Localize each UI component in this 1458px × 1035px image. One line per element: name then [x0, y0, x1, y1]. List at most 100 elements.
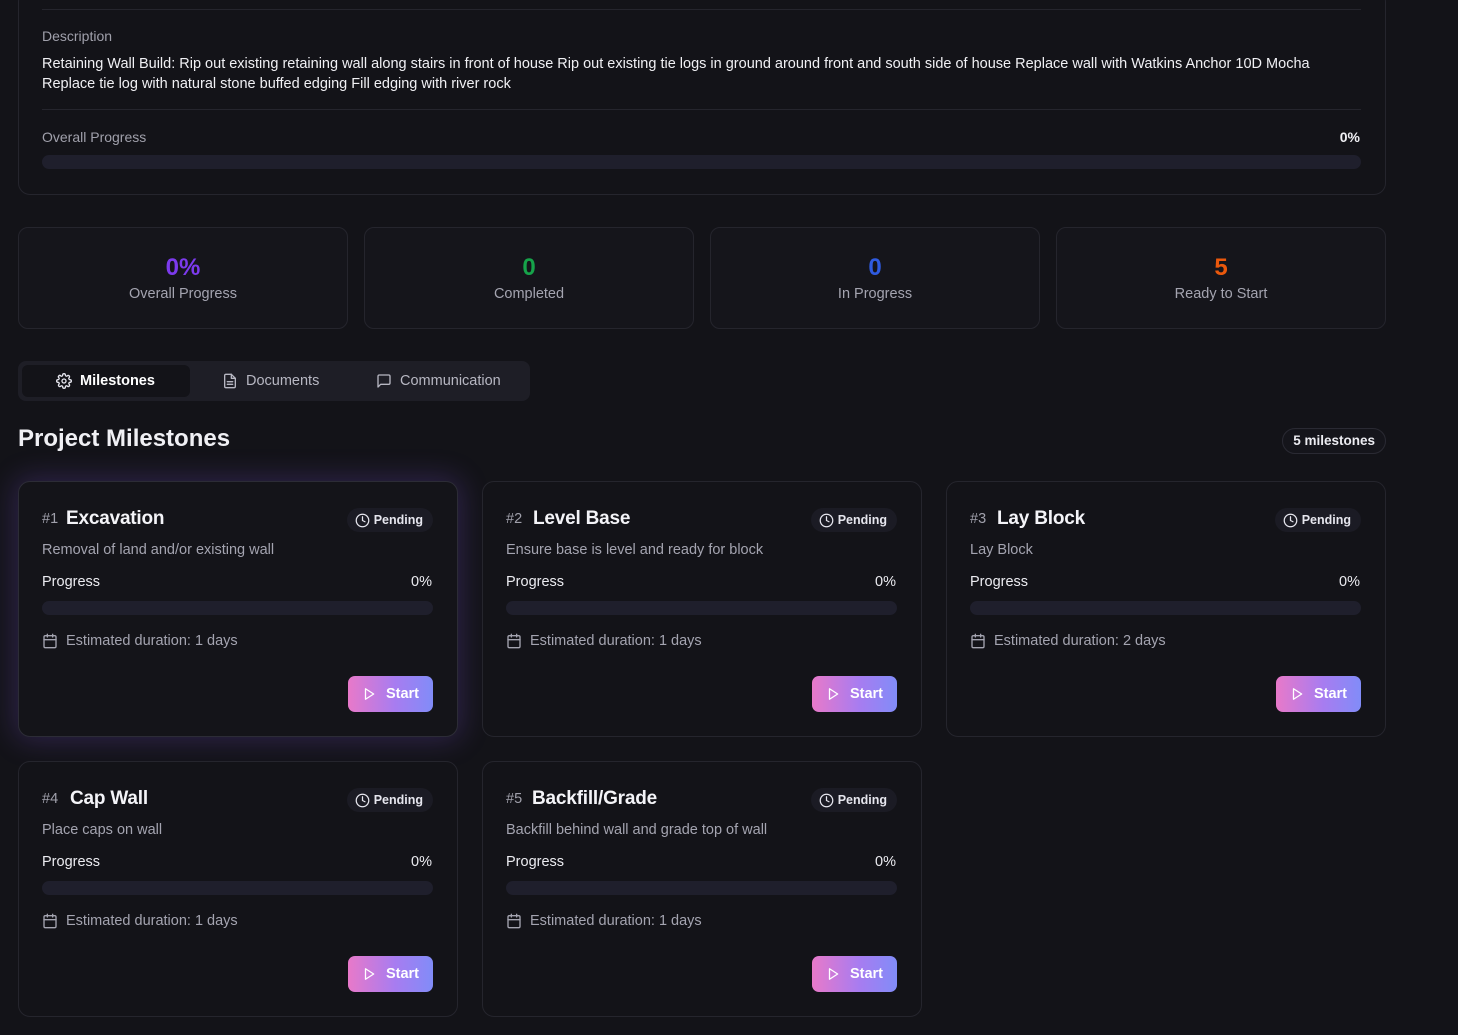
- overall-progress-bar: [42, 155, 1361, 169]
- milestone-card[interactable]: #2 Level Base Pending Ensure base is level …: [482, 481, 922, 737]
- progress-bar: [42, 601, 433, 615]
- clock-icon: [1283, 513, 1298, 528]
- milestone-card[interactable]: #3 Lay Block Pending Lay Block Progress 0% Est…: [946, 481, 1386, 737]
- milestone-number: #2: [506, 511, 523, 527]
- tab-label: Communication: [400, 373, 501, 389]
- duration-text: Estimated duration: 1 days: [530, 633, 702, 649]
- progress-bar: [506, 601, 897, 615]
- milestone-number: #1: [42, 511, 59, 527]
- progress-value: 0%: [875, 854, 896, 870]
- status-label: Pending: [837, 793, 887, 807]
- start-label: Start: [849, 686, 884, 702]
- stat-value: 0: [868, 254, 882, 281]
- milestone-title: Backfill/Grade: [532, 788, 657, 809]
- start-button[interactable]: Start: [812, 676, 897, 712]
- calendar-icon: [970, 633, 986, 649]
- play-icon: [362, 967, 376, 981]
- document-icon: [222, 373, 238, 389]
- stat-card-in-progress: 0 In Progress: [710, 227, 1040, 329]
- progress-label: Progress: [42, 854, 101, 870]
- clock-icon: [819, 793, 834, 808]
- stat-label: Ready to Start: [1174, 286, 1268, 302]
- milestone-description: Removal of land and/or existing wall: [42, 542, 275, 558]
- calendar-icon: [506, 633, 522, 649]
- milestone-card[interactable]: #5 Backfill/Grade Pending Backfill behind w…: [482, 761, 922, 1017]
- stat-label: Overall Progress: [129, 286, 237, 302]
- duration-text: Estimated duration: 1 days: [530, 913, 702, 929]
- project-page: Description Retaining Wall Build: Rip ou…: [0, 0, 1458, 1035]
- status-badge: Pending: [810, 788, 897, 812]
- progress-value: 0%: [411, 574, 432, 590]
- status-badge: Pending: [346, 508, 433, 532]
- milestone-title: Excavation: [66, 508, 165, 529]
- milestone-description: Place caps on wall: [42, 822, 163, 838]
- progress-value: 0%: [875, 574, 896, 590]
- duration: Estimated duration: 1 days: [42, 913, 238, 929]
- duration: Estimated duration: 1 days: [506, 913, 702, 929]
- start-button[interactable]: Start: [812, 956, 897, 992]
- stat-card-overall-progress: 0% Overall Progress: [18, 227, 348, 329]
- milestone-title: Lay Block: [997, 508, 1085, 529]
- start-label: Start: [849, 966, 884, 982]
- milestone-count-badge: 5 milestones: [1282, 428, 1386, 454]
- milestone-card[interactable]: #4 Cap Wall Pending Place caps on wall Progr…: [18, 761, 458, 1017]
- divider: [42, 9, 1361, 10]
- clock-icon: [819, 513, 834, 528]
- stat-card-ready-to-start: 5 Ready to Start: [1056, 227, 1386, 329]
- duration: Estimated duration: 2 days: [970, 633, 1166, 649]
- description-card: Description Retaining Wall Build: Rip ou…: [18, 0, 1386, 195]
- start-button[interactable]: Start: [1276, 676, 1361, 712]
- overall-progress-value: 0%: [1339, 129, 1360, 145]
- duration-text: Estimated duration: 1 days: [66, 913, 238, 929]
- start-label: Start: [385, 966, 420, 982]
- start-button[interactable]: Start: [348, 956, 433, 992]
- milestone-card[interactable]: #1 Excavation Pending Removal of land and/o…: [18, 481, 458, 737]
- duration-text: Estimated duration: 1 days: [66, 633, 238, 649]
- progress-label: Progress: [42, 574, 101, 590]
- tab-label: Documents: [246, 373, 320, 389]
- play-icon: [826, 967, 840, 981]
- milestone-title: Cap Wall: [70, 788, 148, 809]
- play-icon: [362, 687, 376, 701]
- progress-label: Progress: [506, 854, 565, 870]
- milestone-description: Backfill behind wall and grade top of wa…: [506, 822, 768, 838]
- progress-value: 0%: [411, 854, 432, 870]
- play-icon: [826, 687, 840, 701]
- stat-label: Completed: [493, 286, 565, 302]
- clock-icon: [355, 513, 370, 528]
- calendar-icon: [42, 913, 58, 929]
- start-button[interactable]: Start: [348, 676, 433, 712]
- progress-bar: [506, 881, 897, 895]
- duration-text: Estimated duration: 2 days: [994, 633, 1166, 649]
- status-badge: Pending: [1274, 508, 1361, 532]
- gear-icon: [56, 373, 72, 389]
- milestone-number: #3: [970, 511, 987, 527]
- milestone-number: #5: [506, 791, 523, 807]
- status-label: Pending: [837, 513, 887, 527]
- status-label: Pending: [373, 513, 423, 527]
- calendar-icon: [506, 913, 522, 929]
- tab-milestones[interactable]: Milestones: [22, 365, 190, 397]
- progress-value: 0%: [1339, 574, 1360, 590]
- status-badge: Pending: [810, 508, 897, 532]
- stat-card-completed: 0 Completed: [364, 227, 694, 329]
- milestone-number: #4: [42, 791, 59, 807]
- tab-documents[interactable]: Documents: [206, 365, 335, 397]
- play-icon: [1290, 687, 1304, 701]
- calendar-icon: [42, 633, 58, 649]
- progress-label: Progress: [506, 574, 565, 590]
- description-text: Retaining Wall Build: Rip out existing r…: [42, 56, 1310, 92]
- stat-value: 0%: [165, 254, 201, 281]
- section-title: Project Milestones: [18, 425, 231, 452]
- progress-label: Progress: [970, 574, 1029, 590]
- duration: Estimated duration: 1 days: [42, 633, 238, 649]
- divider: [42, 109, 1361, 110]
- tab-label: Milestones: [80, 373, 155, 389]
- tab-communication[interactable]: Communication: [360, 365, 517, 397]
- progress-bar: [970, 601, 1361, 615]
- start-label: Start: [1313, 686, 1348, 702]
- milestone-title: Level Base: [533, 508, 631, 529]
- status-badge: Pending: [346, 788, 433, 812]
- status-label: Pending: [1301, 513, 1351, 527]
- stat-value: 5: [1214, 254, 1228, 281]
